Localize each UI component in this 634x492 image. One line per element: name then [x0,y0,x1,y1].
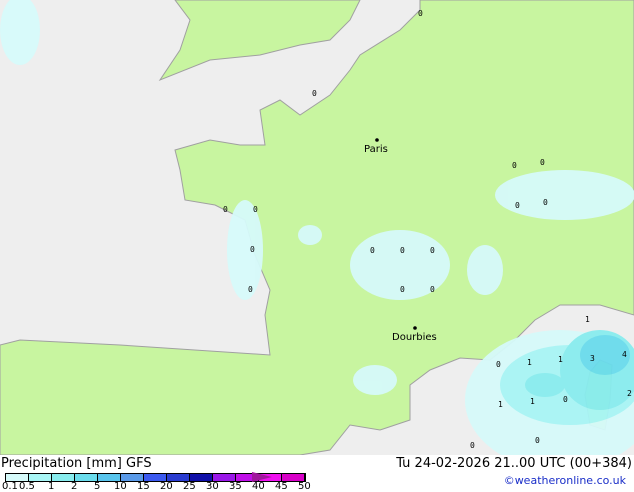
legend-tick: 40 [252,481,265,492]
legend-tick: 50 [298,481,311,492]
grid-value: 0 [512,161,517,170]
legend-swatch [75,474,98,481]
grid-value: 0 [563,395,568,404]
grid-value: 0 [430,285,435,294]
legend-tick: 0.1 [2,481,18,492]
legend-tick: 10 [114,481,127,492]
legend-tick: 35 [229,481,242,492]
grid-value: 0 [470,441,475,450]
map-title: Precipitation [mm] GFS [1,456,152,471]
grid-value: 0 [543,198,548,207]
grid-value: 0 [535,436,540,445]
grid-value: 1 [585,315,590,324]
legend-swatch [282,474,305,481]
grid-value: 4 [622,350,627,359]
grid-value: 3 [590,354,595,363]
grid-value: 0 [250,245,255,254]
grid-value: 0 [496,360,501,369]
grid-value: 0 [540,158,545,167]
legend-swatch [167,474,190,481]
legend-tick: 30 [206,481,219,492]
grid-value: 0 [370,246,375,255]
grid-value: 0 [248,285,253,294]
svg-text:Paris: Paris [364,144,388,155]
grid-value: 0 [253,205,258,214]
legend-swatch [6,474,29,481]
legend-swatch [98,474,121,481]
svg-text:Dourbies: Dourbies [392,332,437,343]
valid-time: Tu 24-02-2026 21..00 UTC (00+384) [396,456,632,471]
grid-value: 0 [400,246,405,255]
grid-value: 1 [558,355,563,364]
grid-value: 1 [527,358,532,367]
legend-tick: 20 [160,481,173,492]
legend-tick: 45 [275,481,288,492]
legend-tick: 0.5 [19,481,35,492]
grid-value: 0 [418,9,423,18]
grid-value: 0 [430,246,435,255]
grid-value: 0 [400,285,405,294]
legend-tick: 25 [183,481,196,492]
grid-value: 1 [498,400,503,409]
legend-swatch [121,474,144,481]
legend-swatch [144,474,167,481]
grid-value: 0 [312,89,317,98]
legend-tick: 1 [48,481,55,492]
legend-swatch [213,474,236,481]
grid-value: 0 [515,201,520,210]
grid-value: 0 [223,205,228,214]
precipitation-map: Paris Dourbies 0 0 0 0 0 0 0 0 0 0 0 0 0 0 0 1 0 1 3 4 1 2 1 1 0… [0,0,634,455]
legend-swatch [52,474,75,481]
grid-value: 1 [530,397,535,406]
footer: Precipitation [mm] GFS Tu 24-02-2026 21.… [0,455,634,492]
copyright-link[interactable]: ©weatheronline.co.uk [504,474,626,487]
legend-swatch [29,474,52,481]
legend-tick: 15 [137,481,150,492]
grid-value: 2 [627,389,632,398]
legend-swatch [190,474,213,481]
legend-tick: 5 [94,481,101,492]
legend-tick: 2 [71,481,78,492]
